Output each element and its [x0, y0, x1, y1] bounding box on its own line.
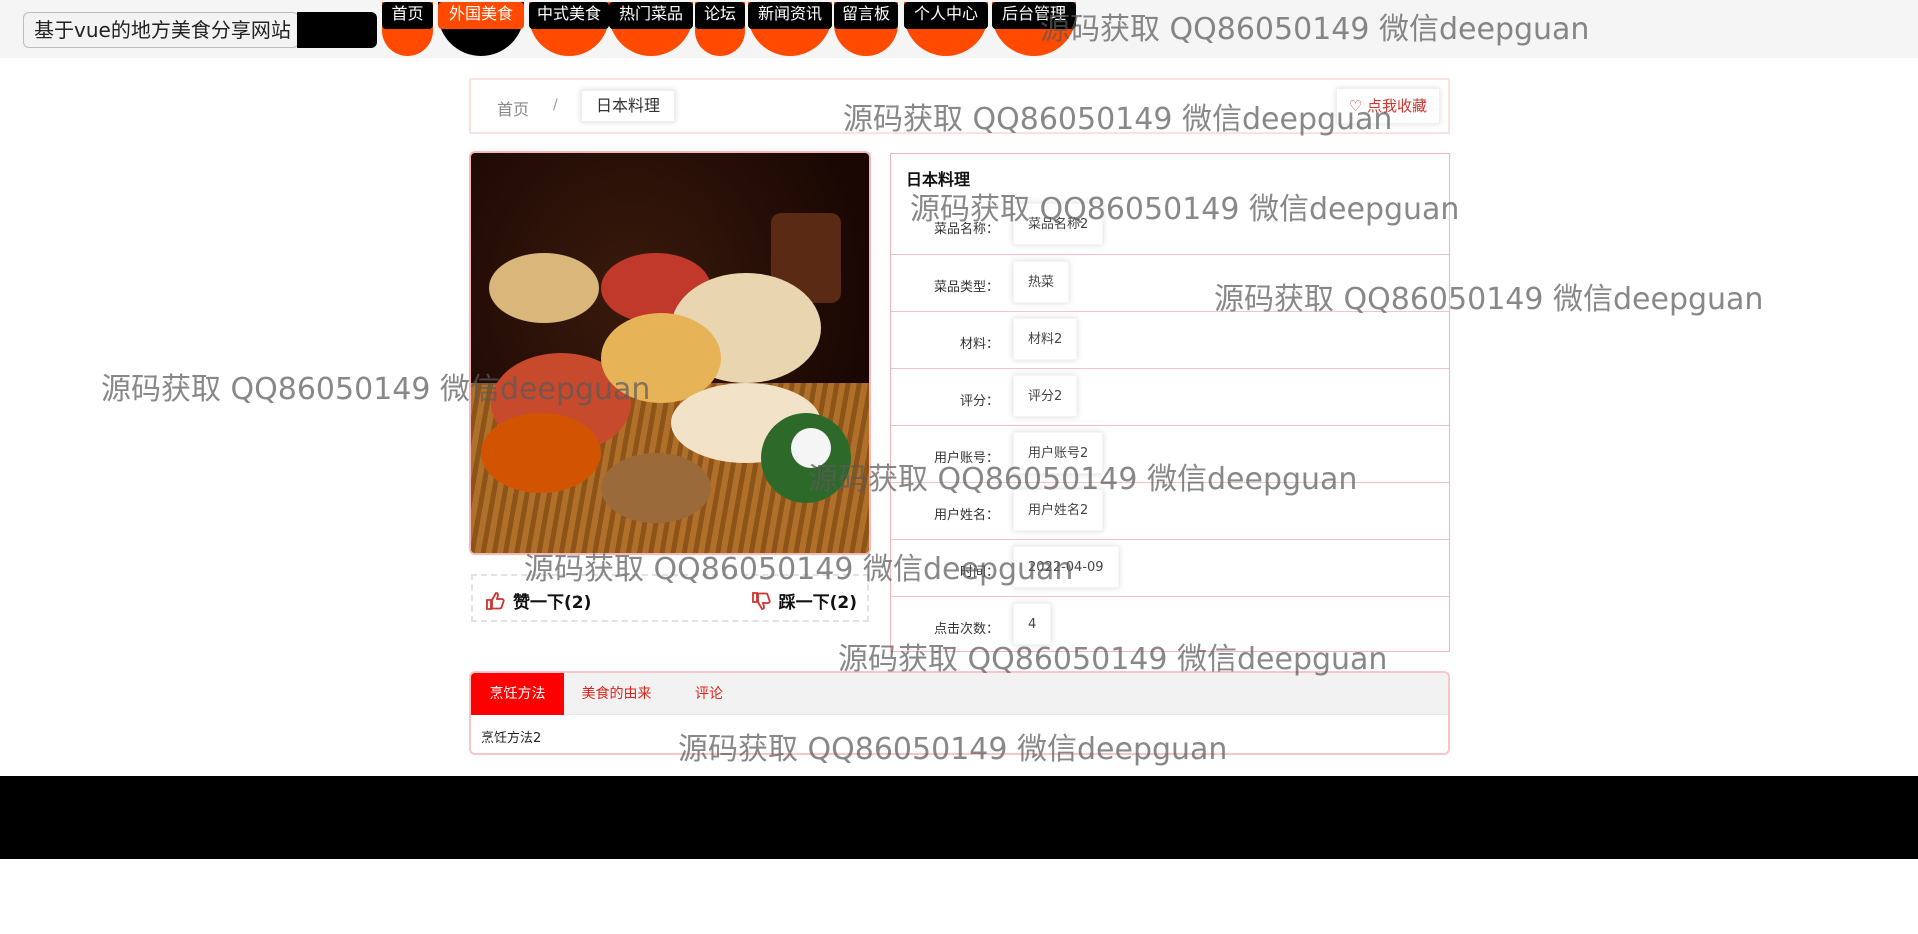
breadcrumb-current: 日本料理 — [581, 90, 676, 122]
like-button-label: 赞一下(2) — [513, 593, 592, 613]
footer — [0, 776, 1918, 859]
detail-label: 用户姓名： — [933, 508, 999, 523]
detail-label: 时间： — [959, 565, 999, 580]
detail-value: 用户姓名2 — [1013, 489, 1104, 531]
nav-item-hot-dishes[interactable]: 热门菜品 — [609, 2, 693, 56]
detail-row: 菜品类型： 热菜 — [891, 254, 1449, 311]
vote-box: 赞一下(2) 踩一下(2) — [471, 574, 869, 622]
breadcrumb-home-link[interactable]: 首页 — [497, 96, 529, 120]
tab-content: 烹饪方法2 — [481, 731, 542, 746]
site-title: 基于vue的地方美食分享网站 — [23, 12, 299, 48]
nav-item-label: 首页 — [382, 2, 433, 29]
food-image — [469, 151, 871, 555]
detail-row: 评分： 评分2 — [891, 368, 1449, 425]
nav-item-admin[interactable]: 后台管理 — [992, 2, 1076, 56]
tab-panel: 烹饪方法 美食的由来 评论 烹饪方法2 — [469, 671, 1450, 755]
detail-label: 用户账号： — [933, 451, 999, 466]
detail-label: 材料： — [959, 337, 999, 352]
detail-label: 评分： — [959, 394, 999, 409]
nav-item-label: 新闻资讯 — [748, 2, 832, 29]
site-title-decoration — [297, 12, 377, 48]
nav-item-personal-center[interactable]: 个人中心 — [904, 2, 988, 56]
tab-bar: 烹饪方法 美食的由来 评论 — [471, 673, 1448, 715]
breadcrumb-separator: / — [553, 97, 558, 113]
detail-row: 用户账号： 用户账号2 — [891, 425, 1449, 482]
detail-value: 4 — [1013, 603, 1052, 645]
nav-item-chinese-food[interactable]: 中式美食 — [529, 2, 609, 56]
detail-value: 菜品名称2 — [1013, 203, 1104, 245]
detail-row: 材料： 材料2 — [891, 311, 1449, 368]
nav-item-news[interactable]: 新闻资讯 — [748, 2, 832, 56]
tab-comments[interactable]: 评论 — [669, 673, 749, 715]
detail-value: 2022-04-09 — [1013, 546, 1119, 588]
nav-item-label: 热门菜品 — [609, 2, 693, 29]
top-bar: 基于vue的地方美食分享网站 首页 外国美食 中式美食 热门菜品 论坛 新闻资讯… — [0, 0, 1918, 58]
nav-item-label: 留言板 — [834, 2, 898, 29]
tab-cooking-method[interactable]: 烹饪方法 — [471, 673, 564, 715]
tab-food-origin[interactable]: 美食的由来 — [564, 673, 669, 715]
heart-icon: ♡ — [1348, 97, 1363, 115]
collect-button[interactable]: ♡ 点我收藏 — [1335, 88, 1440, 124]
nav-item-label: 中式美食 — [529, 2, 609, 29]
detail-row: 用户姓名： 用户姓名2 — [891, 482, 1449, 539]
like-button[interactable]: 赞一下(2) — [485, 588, 591, 613]
detail-label: 菜品类型： — [933, 280, 999, 295]
nav-item-label: 论坛 — [695, 2, 745, 29]
nav-item-label: 个人中心 — [904, 2, 988, 29]
nav-item-foreign-food[interactable]: 外国美食 — [438, 2, 524, 56]
nav-item-forum[interactable]: 论坛 — [695, 2, 745, 56]
detail-row: 点击次数： 4 — [891, 596, 1449, 653]
detail-value: 材料2 — [1013, 318, 1078, 360]
breadcrumb: 首页 / 日本料理 ♡ 点我收藏 — [469, 78, 1450, 134]
detail-value: 用户账号2 — [1013, 432, 1104, 474]
detail-value: 热菜 — [1013, 261, 1070, 303]
detail-label: 菜品名称： — [933, 222, 999, 237]
dislike-button-label: 踩一下(2) — [778, 593, 857, 613]
detail-value: 评分2 — [1013, 375, 1078, 417]
detail-row: 时间： 2022-04-09 — [891, 539, 1449, 596]
nav-item-label: 后台管理 — [992, 2, 1076, 29]
thumbs-up-icon — [486, 591, 505, 610]
dislike-button[interactable]: 踩一下(2) — [751, 588, 857, 613]
nav-item-label: 外国美食 — [438, 2, 524, 29]
thumbs-down-icon — [751, 591, 771, 610]
nav-item-message-board[interactable]: 留言板 — [834, 2, 898, 56]
detail-row: 菜品名称： 菜品名称2 — [891, 197, 1449, 254]
detail-label: 点击次数： — [933, 622, 999, 637]
dish-detail-panel: 日本料理 菜品名称： 菜品名称2 菜品类型： 热菜 材料： 材料2 评分： 评分… — [890, 153, 1450, 652]
detail-title: 日本料理 — [906, 170, 971, 189]
collect-button-label: 点我收藏 — [1366, 97, 1427, 115]
nav-item-home[interactable]: 首页 — [382, 2, 433, 56]
